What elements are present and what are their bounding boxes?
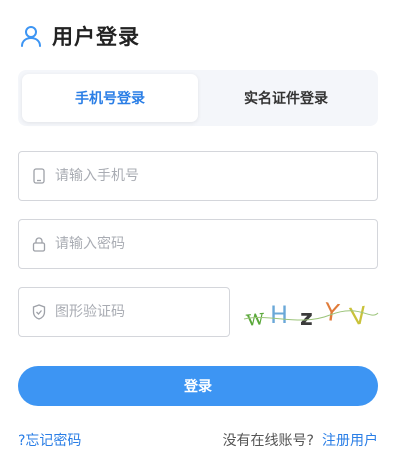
forgot-password-link[interactable]: ?忘记密码 [18, 430, 81, 450]
phone-input[interactable] [55, 152, 377, 200]
tab-phone-login[interactable]: 手机号登录 [22, 74, 198, 122]
login-button[interactable]: 登录 [18, 366, 378, 406]
page-title: 用户登录 [52, 25, 140, 49]
svg-text:z: z [300, 306, 313, 331]
svg-text:H: H [270, 301, 288, 329]
svg-text:V: V [348, 301, 369, 331]
tab-id-login[interactable]: 实名证件登录 [198, 74, 374, 122]
password-field[interactable] [18, 219, 378, 269]
phone-icon [31, 168, 47, 184]
user-icon [18, 23, 44, 49]
captcha-image[interactable]: w H z Y V [240, 293, 380, 333]
register-prompt: 没有在线账号? 注册用户 [223, 430, 378, 450]
phone-field[interactable] [18, 151, 378, 201]
register-link[interactable]: 注册用户 [322, 433, 378, 449]
password-input[interactable] [55, 220, 377, 268]
login-footer: ?忘记密码 没有在线账号? 注册用户 [18, 430, 378, 450]
captcha-field[interactable] [18, 287, 230, 337]
shield-icon [31, 304, 47, 320]
login-tabs: 手机号登录 实名证件登录 [18, 70, 378, 126]
no-account-text: 没有在线账号? [222, 433, 314, 449]
login-header: 用户登录 [18, 18, 140, 54]
lock-icon [31, 236, 47, 252]
captcha-input[interactable] [55, 288, 229, 336]
